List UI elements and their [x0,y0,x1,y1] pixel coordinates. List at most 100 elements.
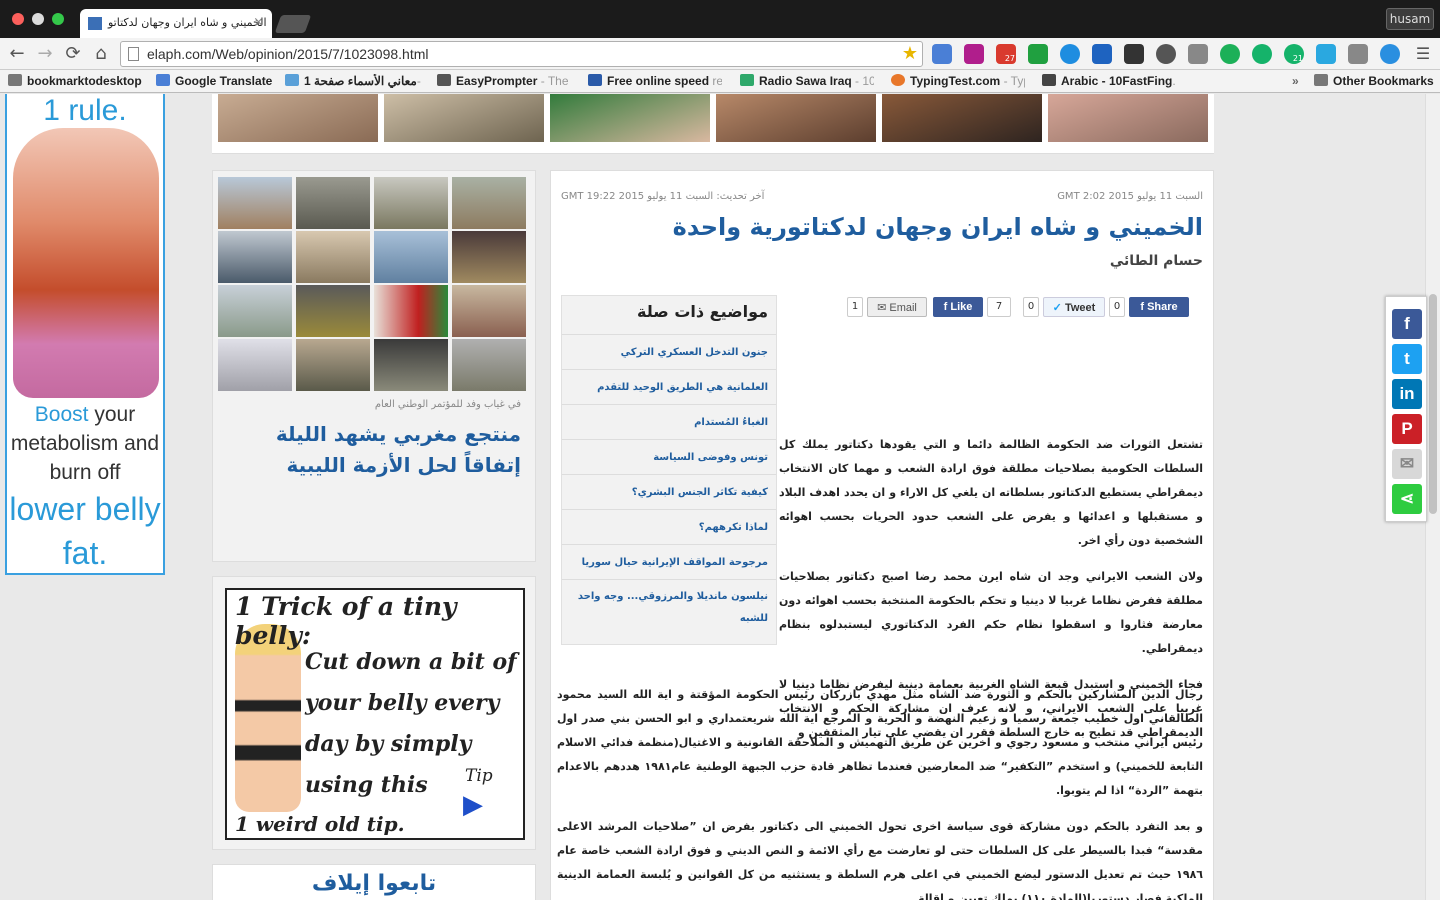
facebook-like-button[interactable]: f Like [933,297,983,317]
related-link[interactable]: مرجوحة المواقف الإيرانية حيال سوريا [562,544,776,579]
home-icon[interactable]: ⌂ [90,43,112,65]
related-list: جنون التدخل العسكري التركي العلمانية هي … [562,334,776,631]
follow-elaph[interactable]: تابعوا إيلاف [212,864,536,900]
reload-icon[interactable]: ⟳ [62,43,84,65]
browser-tab[interactable]: الخميني و شاه ايران وجهان لدكتاتو × [80,9,272,38]
grid-image[interactable] [374,285,448,337]
updated-date: آخر تحديث: السبت 11 يوليو 2015 GMT 19:22 [561,191,765,202]
twitter-icon[interactable]: t [1392,344,1422,374]
related-link[interactable]: كيفية تكاثر الجنس البشري؟ [562,474,776,509]
shazam-extension-icon[interactable] [1060,44,1080,64]
maximize-window-button[interactable] [52,13,64,25]
profile-button[interactable]: husam [1386,8,1434,30]
stats-extension-icon[interactable] [1092,44,1112,64]
screen-cast-icon[interactable] [1348,44,1368,64]
ad-woman-illustration [235,624,301,812]
grid-image[interactable] [218,339,292,391]
site-favicon-icon [88,17,102,30]
grid-image[interactable] [374,231,448,283]
author-photo[interactable] [384,94,544,142]
related-link[interactable]: العلمانية هي الطريق الوحيد للتقدم [562,369,776,404]
author-photo[interactable] [218,94,378,142]
page-scrollbar[interactable] [1425,94,1440,900]
bookmark-item[interactable]: Google Translate [156,74,272,88]
linkedin-icon[interactable]: in [1392,379,1422,409]
share-count: 0 [1109,297,1125,317]
grid-image[interactable] [374,177,448,229]
related-link[interactable]: لماذا تكرههم؟ [562,509,776,544]
vpn-extension-icon[interactable] [1380,44,1400,64]
grid-image[interactable] [218,231,292,283]
grid-image[interactable] [218,285,292,337]
facebook-share-button[interactable]: f Share [1129,297,1189,317]
grid-image[interactable] [296,177,370,229]
other-bookmarks-folder[interactable]: Other Bookmarks [1314,74,1434,88]
bookmark-item[interactable]: Free online speed re [588,74,722,88]
tab-title: الخميني و شاه ايران وجهان لدكتاتو [108,16,267,29]
translate-extension-icon[interactable] [932,44,952,64]
ad-line3: 1 weird old tip. [235,812,405,836]
menu-icon[interactable]: ☰ [1412,43,1434,65]
ad-headline: 1 rule. [43,94,127,127]
bookmark-item[interactable]: TypingTest.com - Typ [891,74,1025,88]
back-icon[interactable]: ← [6,43,28,65]
related-link[interactable]: جنون التدخل العسكري التركي [562,334,776,369]
browser-toolbar: ← → ⟳ ⌂ elaph.com/Web/opinion/2015/7/102… [0,38,1440,70]
bookmark-item[interactable]: Radio Sawa Iraq - 10 [740,74,874,88]
forward-icon[interactable]: → [34,43,56,65]
new-tab-button[interactable] [274,15,312,33]
grid-image[interactable] [452,231,526,283]
author-photo[interactable] [1048,94,1208,142]
grid-image[interactable] [452,339,526,391]
grid-image[interactable] [296,285,370,337]
grid-image[interactable] [374,339,448,391]
left-banner-ad[interactable]: 1 rule. Boost your metabolism and burn o… [5,94,165,575]
bookmark-item[interactable]: Arabic - 10FastFing... [1042,74,1176,88]
share-icon[interactable]: ⋖ [1392,484,1422,514]
grid-image[interactable] [218,177,292,229]
url-text: elaph.com/Web/opinion/2015/7/1023098.htm… [147,46,429,62]
article-paragraph: ولان الشعب الايراني وجد ان شاه ايرن محمد… [779,570,1203,655]
check-extension-icon[interactable] [1316,44,1336,64]
related-link[interactable]: الغباءُ المُستدام [562,404,776,439]
bookmark-item[interactable]: معاني الأسماء صفحة 1- ... [285,74,425,88]
email-icon[interactable]: ✉ [1392,449,1422,479]
grid-image[interactable] [296,231,370,283]
pocket-extension-icon[interactable] [1124,44,1144,64]
email-button[interactable]: ✉ Email [867,297,927,317]
related-link[interactable]: نيلسون مانديلا والمرزوقي... وجه واحد للش… [562,579,776,631]
author-photo[interactable] [716,94,876,142]
floating-share-bar: f t in P ✉ ⋖ [1385,296,1427,522]
bookmark-item[interactable]: EasyPrompter - The [437,74,571,88]
news-headline-link[interactable]: منتجع مغربي يشهد الليلة إتفاقاً لحل الأز… [221,419,521,481]
tweet-button[interactable]: ✓ Tweet [1043,297,1105,317]
radio-sawa-icon [740,74,754,86]
related-link[interactable]: تونس وفوضى السياسة [562,439,776,474]
bookmarks-overflow-button[interactable]: » [1292,74,1299,88]
article-dates: السبت 11 يوليو 2015 GMT 2:02 آخر تحديث: … [559,191,1205,205]
author-photo[interactable] [550,94,710,142]
pinterest-icon[interactable]: P [1392,414,1422,444]
cast-extension-icon[interactable] [1188,44,1208,64]
grammarly-g-icon[interactable] [1252,44,1272,64]
bookmark-item[interactable]: bookmarktodesktop [8,74,142,88]
clock-extension-icon[interactable] [1156,44,1176,64]
facebook-icon[interactable]: f [1392,309,1422,339]
grid-image[interactable] [452,285,526,337]
grid-image[interactable] [452,177,526,229]
author-photo[interactable] [882,94,1042,142]
belly-ad[interactable]: 1 Trick of a tiny belly: Cut down a bit … [225,588,525,840]
address-bar[interactable]: elaph.com/Web/opinion/2015/7/1023098.htm… [120,41,923,67]
article-author[interactable]: حسام الطائي [1110,253,1203,269]
d-extension-icon[interactable] [1220,44,1240,64]
grammarly-badge-icon[interactable]: 21 [1284,44,1304,64]
tab-close-icon[interactable]: × [253,15,264,30]
gmail-extension-icon[interactable]: 27 [996,44,1016,64]
grid-image[interactable] [296,339,370,391]
minimize-window-button[interactable] [32,13,44,25]
close-window-button[interactable] [12,13,24,25]
tools-extension-icon[interactable] [1028,44,1048,64]
bookmark-star-icon[interactable]: ★ [902,43,918,64]
yahoo-extension-icon[interactable] [964,44,984,64]
scrollbar-thumb[interactable] [1429,294,1437,514]
